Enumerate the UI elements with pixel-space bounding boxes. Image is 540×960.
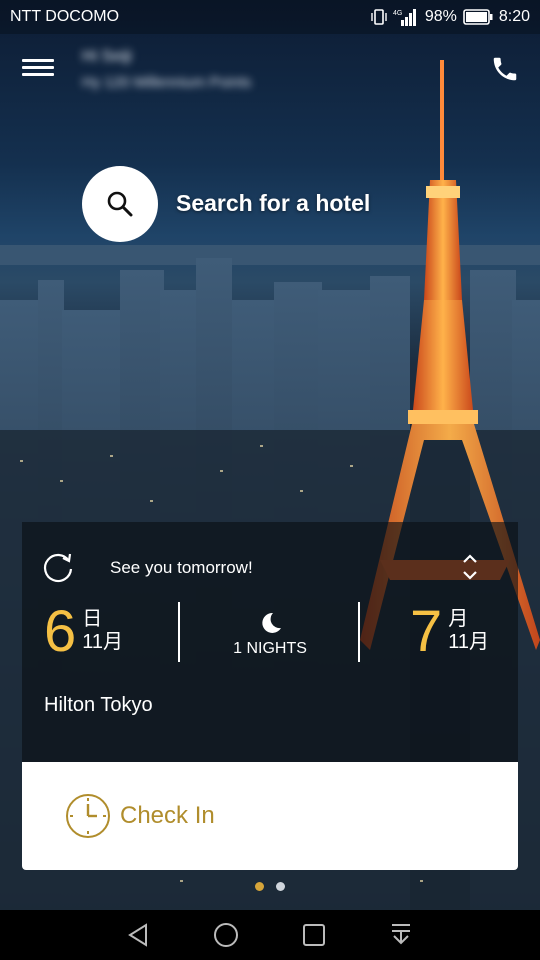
search-button[interactable]	[82, 166, 158, 242]
clock-time: 8:20	[498, 8, 530, 25]
refresh-icon[interactable]	[42, 550, 76, 584]
moon-icon	[257, 610, 283, 636]
nights-count: 1 NIGHTS	[218, 610, 322, 658]
check-in-date: 6 日 11月	[44, 600, 123, 664]
navigation-bar	[0, 910, 540, 960]
hotel-name: Hilton Tokyo	[44, 694, 153, 716]
page-dot-active[interactable]	[255, 882, 264, 891]
network-type: 4G	[393, 10, 402, 17]
battery-percent: 98%	[424, 8, 457, 25]
divider	[358, 602, 360, 662]
vibrate-icon	[371, 9, 387, 25]
user-greeting: Hi Seiji	[82, 48, 132, 65]
check-in-label: Check In	[120, 802, 215, 829]
page-dot[interactable]	[276, 882, 285, 891]
battery-icon	[463, 9, 493, 25]
clock-icon	[64, 792, 112, 840]
status-indicators: 4G 98% 8:20	[371, 8, 530, 26]
recent-apps-icon[interactable]	[299, 920, 329, 950]
search-icon	[107, 191, 133, 217]
notification-pulldown-icon[interactable]	[386, 920, 416, 950]
nights-label: 1 NIGHTS	[233, 640, 307, 657]
signal-icon: 4G	[393, 8, 419, 26]
stay-card: See you tomorrow! 6 日 11月 1 NIGHTS 7 月 1…	[22, 522, 518, 762]
check-in-month: 11月	[82, 631, 124, 653]
status-bar: NTT DOCOMO 4G 98% 8:20	[0, 0, 540, 34]
carrier-name: NTT DOCOMO	[10, 8, 120, 25]
check-in-button[interactable]: Check In	[22, 762, 518, 870]
check-in-weekday: 日	[82, 608, 103, 630]
greeting-text: See you tomorrow!	[110, 558, 253, 577]
check-out-month: 11月	[448, 631, 490, 653]
check-out-weekday: 月	[448, 608, 469, 630]
user-info: Hi Seiji Hy 120 Millennium Points	[82, 48, 251, 91]
phone-icon[interactable]	[490, 54, 524, 88]
back-icon[interactable]	[124, 920, 154, 950]
check-out-date: 7 月 11月	[410, 600, 489, 664]
expand-collapse-icon[interactable]	[462, 552, 478, 582]
check-out-day: 7	[410, 599, 443, 664]
check-in-day: 6	[44, 599, 77, 664]
page-indicator	[255, 882, 285, 891]
search-label[interactable]: Search for a hotel	[176, 190, 370, 217]
hamburger-menu-icon[interactable]	[22, 56, 54, 84]
divider	[178, 602, 180, 662]
home-icon[interactable]	[211, 920, 241, 950]
user-points: Hy 120 Millennium Points	[82, 74, 252, 91]
